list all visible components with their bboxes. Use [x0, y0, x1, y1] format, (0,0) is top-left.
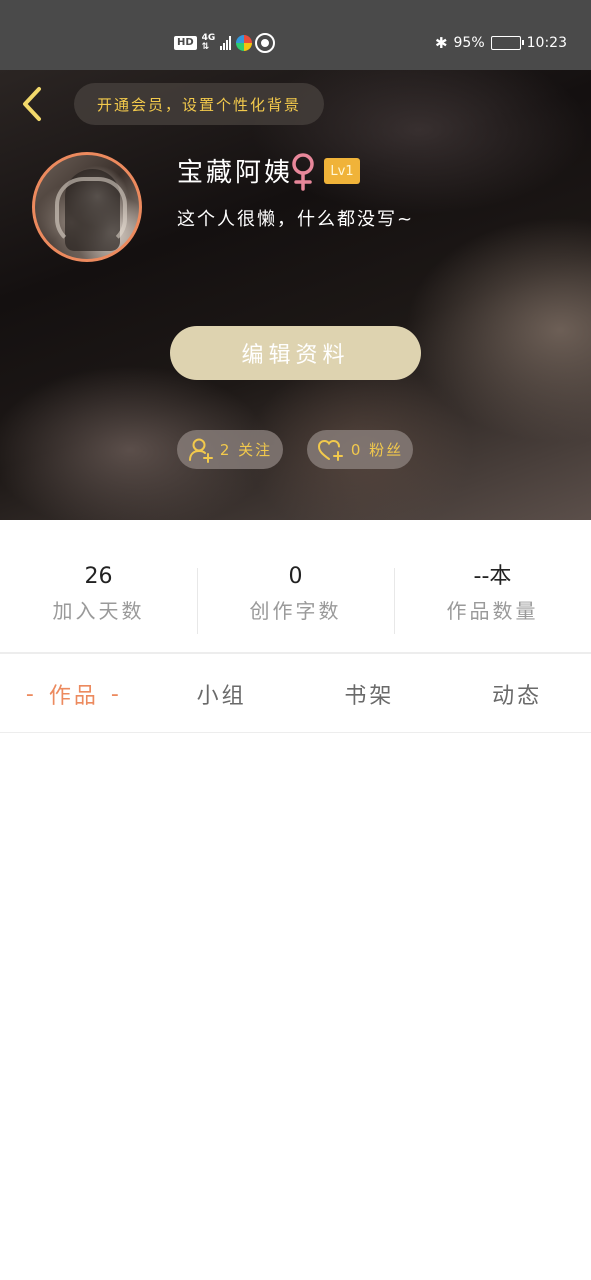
app-shutter-icon [255, 33, 276, 53]
hd-icon: HD [174, 36, 197, 50]
tab-label: 小组 [196, 684, 247, 709]
tab-activity[interactable]: 动态 [443, 655, 591, 733]
battery-percent: 95% [453, 35, 485, 51]
works-content-area [0, 735, 591, 1280]
stats-row: 26 加入天数 0 创作字数 --本 作品数量 [0, 560, 591, 638]
network-arrows: ⇅ [201, 42, 210, 52]
tab-works[interactable]: - 作品 - [0, 655, 148, 733]
female-icon [292, 153, 314, 191]
chevron-left-icon [23, 87, 41, 121]
fans-button[interactable]: 0 粉丝 [307, 430, 413, 469]
fans-count: 0 粉丝 [350, 441, 404, 459]
level-badge: Lv1 [324, 158, 360, 184]
avatar[interactable] [32, 152, 142, 262]
tab-label: 作品 [48, 684, 99, 709]
divider [0, 732, 591, 733]
divider [0, 652, 591, 654]
tab-active-dash-left: - [25, 681, 37, 707]
stat-label: 作品数量 [446, 599, 539, 623]
heart-plus-icon [317, 439, 343, 461]
avatar-hair [55, 177, 127, 247]
battery-icon [490, 36, 524, 50]
vip-banner-button[interactable]: 开通会员，设置个性化背景 [74, 83, 324, 125]
4g-icon: 4G ⇅ [202, 34, 216, 52]
stat-value: 26 [84, 564, 113, 589]
tab-active-dash-right: - [110, 681, 122, 707]
edit-profile-button[interactable]: 编辑资料 [170, 326, 421, 380]
tab-label: 书架 [344, 684, 395, 709]
following-count: 2 关注 [219, 441, 273, 459]
tab-bar: - 作品 - 小组 书架 动态 [0, 655, 591, 733]
clock: 10:23 [526, 35, 567, 51]
app-colorful-icon [236, 35, 253, 51]
stat-word-count: 0 创作字数 [197, 560, 394, 638]
stat-label: 加入天数 [52, 599, 145, 623]
username: 宝藏阿姨 [177, 158, 294, 188]
stat-value: --本 [473, 564, 512, 589]
stat-works-count: --本 作品数量 [394, 560, 591, 638]
status-left-icons: HD 4G ⇅ [174, 33, 276, 53]
add-user-icon [188, 438, 213, 463]
stat-label: 创作字数 [249, 599, 342, 623]
signal-icon [220, 36, 232, 50]
tab-bookshelf[interactable]: 书架 [296, 655, 444, 733]
status-right-icons: ✱ 95% 10:23 [435, 33, 567, 53]
tab-label: 动态 [492, 684, 543, 709]
back-button[interactable] [14, 84, 50, 124]
tab-groups[interactable]: 小组 [148, 655, 296, 733]
bio: 这个人很懒，什么都没写~ [177, 209, 415, 230]
stat-value: 0 [288, 564, 303, 589]
status-bar: HD 4G ⇅ ✱ 95% 10:23 [0, 0, 591, 70]
profile-header: 开通会员，设置个性化背景 宝藏阿姨 Lv1 这个人很懒，什么都没写~ 编辑资料 … [0, 70, 591, 520]
stat-join-days: 26 加入天数 [0, 560, 197, 638]
following-button[interactable]: 2 关注 [177, 430, 283, 469]
bluetooth-icon: ✱ [434, 34, 448, 52]
